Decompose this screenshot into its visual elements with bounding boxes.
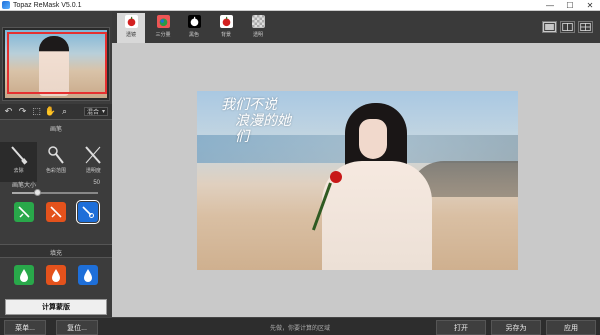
drop-brush-button[interactable]	[46, 202, 66, 222]
app-logo-icon	[2, 1, 10, 9]
blue-drop-icon	[84, 269, 92, 282]
calligraphy-line-2: 浪漫的她们	[235, 113, 291, 145]
blue-brush-icon	[82, 206, 94, 218]
title-bar: Topaz ReMask V5.0.1 — ☐ ✕	[0, 0, 600, 11]
tricolor-icon	[156, 15, 170, 28]
photo-rose	[330, 171, 342, 183]
brush-size-slider[interactable]	[12, 189, 98, 196]
brush-tool-remove[interactable]: 去除	[0, 142, 38, 182]
view-tab-bar: 透镜 三分量 黑色 背景 透明	[112, 11, 600, 43]
blend-mode-select[interactable]: 混合 ▾	[84, 107, 108, 116]
tab-lens[interactable]: 透镜	[117, 13, 145, 43]
tab-label-transparent: 透明	[252, 32, 263, 38]
menu-button[interactable]: 菜单...	[4, 320, 46, 335]
brush-tools: 去除 色彩范围 透明度	[0, 142, 112, 182]
brush-eraser-icon	[10, 146, 28, 165]
slider-knob[interactable]	[34, 189, 42, 196]
photo-face	[359, 119, 387, 159]
tool-row: ↶ ↷ ⬚ ✋ ⌕ 混合 ▾	[0, 104, 112, 120]
quad-view-button[interactable]	[578, 21, 593, 33]
left-panel: ↶ ↷ ⬚ ✋ ⌕ 混合 ▾ 画笔 去除 色彩范围 透明度 画笔大小 50 填充…	[0, 11, 112, 335]
redo-icon[interactable]: ↷	[18, 106, 27, 116]
open-button[interactable]: 打开	[436, 320, 486, 335]
viewport-selection-box[interactable]	[7, 32, 107, 94]
fill-section-title: 填充	[49, 251, 62, 257]
status-bar: 菜单... 复位... 先做，你要计算的区域 打开 另存为 应用	[0, 317, 600, 335]
undo-icon[interactable]: ↶	[4, 106, 13, 116]
split-view-icon	[562, 23, 573, 31]
green-brush-icon	[18, 206, 30, 218]
brush-tool-transparency[interactable]: 透明度	[75, 142, 112, 182]
apply-button[interactable]: 应用	[546, 320, 596, 335]
tab-label-lens: 透镜	[125, 32, 136, 38]
tab-background[interactable]: 背景	[212, 13, 240, 43]
keep-brush-button[interactable]	[14, 202, 34, 222]
green-drop-icon	[20, 269, 28, 282]
close-button[interactable]: ✕	[580, 0, 600, 11]
brush-size-value: 50	[93, 180, 100, 186]
blend-mode-value: 混合	[87, 110, 100, 116]
hand-pan-icon[interactable]: ✋	[45, 106, 56, 116]
color-range-icon	[48, 146, 64, 164]
tab-label-background: 背景	[220, 32, 231, 38]
reset-button[interactable]: 复位...	[56, 320, 98, 335]
compute-brush-button[interactable]	[78, 202, 98, 222]
tab-black[interactable]: 黑色	[180, 13, 208, 43]
marquee-select-icon[interactable]: ⬚	[32, 106, 41, 116]
navigator-thumbnail[interactable]	[2, 27, 110, 101]
quad-view-icon	[580, 23, 591, 31]
photo-calligraphy: 我们不说 浪漫的她们	[221, 97, 301, 145]
brush-label-transparency: 透明度	[85, 168, 101, 174]
minimize-button[interactable]: —	[540, 0, 560, 11]
brush-label-remove: 去除	[13, 168, 24, 174]
tab-transparent[interactable]: 透明	[244, 13, 272, 43]
drop-fill-button[interactable]	[46, 265, 66, 285]
compute-mask-button[interactable]: 计算蒙版	[5, 299, 107, 315]
apple-red-icon	[219, 15, 233, 28]
compute-fill-button[interactable]	[78, 265, 98, 285]
image-canvas[interactable]: 我们不说 浪漫的她们	[112, 43, 600, 317]
brush-tool-color-range[interactable]: 色彩范围	[37, 142, 74, 182]
apple-red-icon	[124, 15, 138, 28]
status-hint: 先做，你要计算的区域	[270, 326, 331, 332]
chevron-down-icon: ▾	[101, 109, 105, 115]
red-brush-icon	[50, 206, 62, 218]
tab-tricolor[interactable]: 三分量	[149, 13, 177, 43]
fill-section-header: 填充	[0, 244, 112, 258]
window-title: Topaz ReMask V5.0.1	[13, 1, 82, 9]
keep-fill-button[interactable]	[14, 265, 34, 285]
zoom-icon[interactable]: ⌕	[60, 106, 69, 116]
tab-label-tricolor: 三分量	[155, 32, 171, 38]
red-drop-icon	[52, 269, 60, 282]
apple-black-icon	[187, 15, 201, 28]
preview-photo[interactable]: 我们不说 浪漫的她们	[197, 91, 518, 270]
brush-section-title: 画笔	[49, 127, 62, 133]
brush-label-color-range: 色彩范围	[45, 168, 66, 174]
maximize-button[interactable]: ☐	[560, 0, 580, 11]
calligraphy-line-1: 我们不说	[221, 97, 277, 113]
checker-icon	[251, 15, 265, 28]
split-view-button[interactable]	[560, 21, 575, 33]
brush-size-label: 画笔大小	[12, 183, 37, 189]
single-view-button[interactable]	[542, 21, 557, 33]
save-as-button[interactable]: 另存为	[491, 320, 541, 335]
tab-label-black: 黑色	[188, 32, 199, 38]
single-view-icon	[544, 23, 555, 31]
brush-size-row: 画笔大小 50	[12, 180, 100, 189]
transparency-icon	[85, 146, 102, 164]
